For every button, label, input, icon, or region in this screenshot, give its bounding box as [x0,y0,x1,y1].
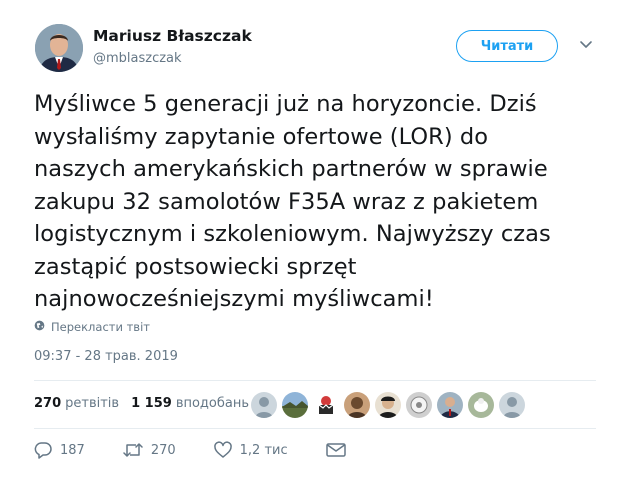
globe-icon [34,320,45,334]
tweet-text: Myśliwce 5 generacji już na horyzoncie. … [34,88,614,316]
tweet-line: Myśliwce 5 generacji już na horyzoncie. … [34,91,537,117]
tweet-timestamp[interactable]: 09:37 - 28 трав. 2019 [34,349,178,364]
like-action[interactable]: 1,2 тис [213,441,288,459]
tweet-line: naszych amerykańskich partnerów w sprawi… [34,156,548,182]
author-avatar[interactable] [35,24,83,72]
reply-count: 187 [60,442,85,458]
likes-label[interactable]: вподобань [176,396,249,411]
liker-avatar[interactable] [251,392,277,418]
tweet-line: najnowocześniejszymi myśliwcami! [34,286,434,312]
retweets-label[interactable]: ретвітів [65,396,119,411]
retweet-action[interactable]: 270 [123,441,176,459]
liker-avatar[interactable] [437,392,463,418]
retweet-icon[interactable] [123,441,143,459]
message-action[interactable] [325,442,346,458]
envelope-icon[interactable] [325,442,346,458]
tweet-line: zakupu 32 samolotów F35A wraz z pakietem [34,188,539,215]
liker-avatar[interactable] [468,392,494,418]
likes-count[interactable]: 1 159 [131,396,172,411]
liker-avatar[interactable] [499,392,525,418]
author-handle[interactable]: @mblaszczak [93,51,182,66]
liker-avatar[interactable] [375,392,401,418]
reply-icon[interactable] [34,441,52,459]
chevron-down-icon[interactable] [578,36,594,52]
divider [34,380,596,381]
translate-tweet-link[interactable]: Перекласти твіт [34,320,150,334]
tweet-actions: 187 270 1,2 тис [34,441,384,459]
engagement-stats: 270 ретвітів 1 159 вподобань [34,396,249,411]
follow-button[interactable]: Читати [456,30,558,62]
like-count: 1,2 тис [239,442,288,458]
reply-action[interactable]: 187 [34,441,85,459]
heart-icon[interactable] [213,441,232,459]
translate-label: Перекласти твіт [51,320,150,334]
liker-avatar[interactable] [406,392,432,418]
tweet-line: logistycznym i szkoleniowym. Najwyższy c… [34,221,551,247]
liker-avatar[interactable] [313,392,339,418]
author-name[interactable]: Mariusz Błaszczak [93,27,252,45]
liker-avatar[interactable] [282,392,308,418]
tweet-line: wysłaliśmy zapytanie ofertowe (LOR) do [34,123,489,150]
retweets-count[interactable]: 270 [34,396,61,411]
likers-avatars [251,392,525,418]
liker-avatar[interactable] [344,392,370,418]
retweet-count: 270 [150,442,176,458]
tweet-line: zastąpić postsowiecki sprzęt [34,253,357,280]
divider [34,428,596,429]
